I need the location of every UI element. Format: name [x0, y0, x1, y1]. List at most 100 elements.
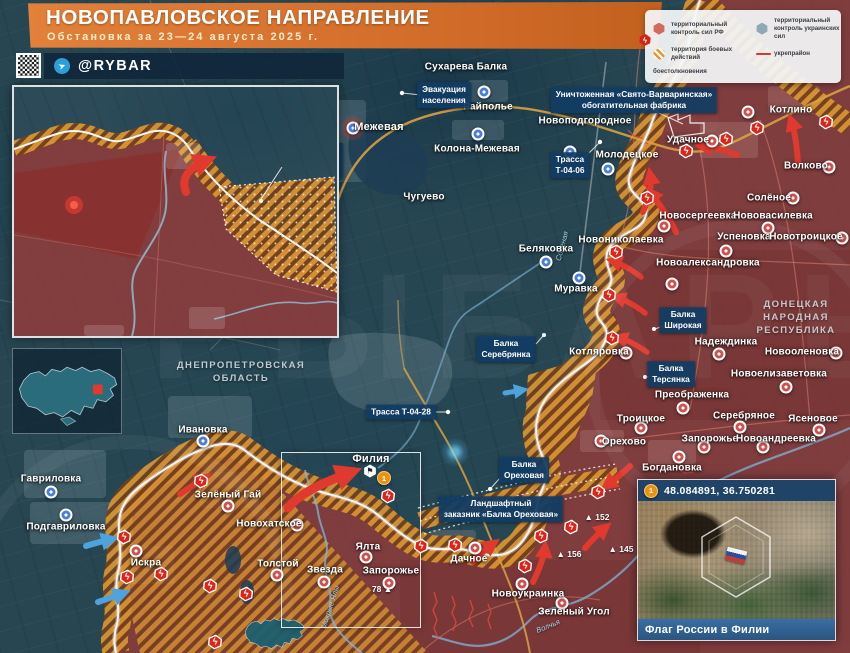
town-marker — [666, 278, 679, 291]
town-marker — [720, 245, 733, 258]
callout-box: БалкаОреховая — [499, 457, 549, 483]
callout-line: Т-04-06 — [555, 165, 584, 176]
town-label: Ивановка — [178, 425, 227, 436]
town-marker — [742, 106, 755, 119]
lightning-bolt-glyph: ϟ — [640, 191, 653, 204]
photo-caption: Флаг России в Филии — [638, 619, 835, 640]
lightning-bolt-glyph: ϟ — [609, 245, 622, 258]
callout-line: обогатительная фабрика — [556, 100, 712, 111]
town-label: Новоалександровка — [656, 258, 760, 269]
town-label: Беляковка — [519, 244, 573, 255]
water-glint — [440, 437, 470, 467]
town-label: Звезда — [307, 565, 343, 576]
town-label: Новоандреевка — [736, 434, 816, 445]
town-label: Новохатское — [236, 519, 301, 530]
town-marker — [478, 86, 491, 99]
town-label: Филия — [352, 453, 389, 465]
channel-strip: ➤ @RYBAR — [44, 53, 344, 79]
lightning-bolt-glyph: ϟ — [120, 570, 133, 583]
region-line: НАРОДНАЯ — [756, 312, 835, 325]
height-marker: 78 ▲ — [372, 584, 392, 594]
region-label: ДОНЕЦКАЯНАРОДНАЯРЕСПУБЛИКА — [756, 299, 835, 337]
photo-ref-badge: 1 — [377, 471, 391, 485]
callout-line: населения — [422, 95, 466, 106]
town-label: Волково — [784, 161, 828, 172]
drone-photo — [638, 501, 835, 619]
town-label: Успеновка — [717, 232, 770, 243]
town-label: Молодецкое — [596, 150, 659, 161]
town-marker — [472, 128, 485, 141]
town-label: Дачное — [450, 554, 487, 565]
callout-box: БалкаШирокая — [659, 307, 706, 333]
lightning-bolt-glyph: ϟ — [208, 635, 221, 648]
town-marker — [271, 569, 284, 582]
lightning-bolt-glyph: ϟ — [719, 132, 732, 145]
callout-box: Эвакуациянаселения — [417, 82, 471, 108]
town-label: Новоподгородное — [538, 116, 631, 127]
legend-label: территориальный контроль сил РФ — [671, 21, 751, 37]
callout-box: ТрассаТ-04-06 — [550, 152, 589, 178]
region-label: ДНЕПРОПЕТРОВСКАЯОБЛАСТЬ — [177, 360, 305, 386]
town-label: Зеленый Угол — [538, 607, 610, 618]
town-label: Богдановка — [642, 463, 702, 474]
russian-flag-icon — [725, 547, 748, 564]
town-marker — [45, 486, 58, 499]
town-label: Котлино — [770, 105, 813, 116]
callout-line: Трасса — [555, 154, 584, 165]
lightning-bolt-glyph: ϟ — [117, 530, 130, 543]
town-label: Серебряное — [713, 411, 775, 422]
town-label: Зелёный Гай — [195, 490, 262, 501]
callout-line: Трасса Т-04-28 — [371, 407, 431, 418]
callout-line: Терсянка — [652, 374, 690, 385]
title-banner: НОВОПАВЛОВСКОЕ НАПРАВЛЕНИЕ Обстановка за… — [28, 2, 662, 49]
lightning-bolt-glyph: ϟ — [194, 474, 207, 487]
callout-line: Ландшафтный — [444, 498, 558, 509]
lightning-bolt-glyph: ϟ — [679, 144, 692, 157]
qr-code — [16, 53, 41, 78]
hex-combat-icon — [653, 48, 665, 60]
lightning-bolt-glyph: ϟ — [518, 559, 531, 572]
callout-line: Балка — [482, 338, 531, 349]
lightning-bolt-glyph: ϟ — [750, 121, 763, 134]
town-marker — [734, 421, 747, 434]
qr-pattern — [18, 55, 39, 76]
lightning-bolt-glyph: ϟ — [381, 489, 394, 502]
callout-box: БалкаТерсянка — [647, 361, 695, 387]
town-marker — [780, 381, 793, 394]
town-marker — [713, 348, 726, 361]
lightning-bolt-glyph: ϟ — [534, 529, 547, 542]
town-label: Надеждинка — [695, 337, 758, 348]
town-label: Орехово — [602, 437, 646, 448]
map-legend: территориальный контроль сил РФ территори… — [645, 10, 841, 83]
town-label: Новоукраинка — [492, 589, 565, 600]
callout-line: Эвакуация — [422, 84, 466, 95]
callout-line: Широкая — [664, 320, 701, 331]
height-marker: ▲ 156 — [557, 549, 582, 559]
town-marker — [130, 545, 143, 558]
callout-line: Ореховая — [504, 470, 544, 481]
page-subtitle: Обстановка за 23—24 августа 2025 г. — [28, 30, 662, 43]
town-label: Новониколаевка — [578, 235, 663, 246]
legend-label: территориальный контроль украинских сил — [774, 17, 844, 40]
lightning-bolt-glyph: ϟ — [591, 485, 604, 498]
photo-coordinates: 48.084891, 36.750281 — [664, 485, 775, 497]
lightning-bolt-glyph: ϟ — [602, 288, 615, 301]
situation-map: РЫБАРЬ — [0, 0, 850, 653]
channel-name: @RYBAR — [78, 58, 152, 74]
town-label: Ялта — [356, 542, 381, 553]
callout-line: заказник «Балка Ореховая» — [444, 509, 558, 520]
inset-canvas — [14, 87, 337, 336]
region-line: ДОНЕЦКАЯ — [756, 299, 835, 312]
telegram-icon: ➤ — [52, 56, 73, 77]
town-label: Нововасилевка — [733, 211, 813, 222]
inset-source-rectangle — [281, 452, 421, 628]
legend-label: боестолкновения — [653, 68, 666, 76]
town-marker — [602, 163, 615, 176]
town-label: Подгавриловка — [26, 522, 105, 533]
town-label: Запорожье — [363, 566, 420, 577]
ukraine-locator-map — [12, 348, 122, 434]
locator-region-marker — [93, 385, 103, 395]
region-line: ДНЕПРОПЕТРОВСКАЯ — [177, 360, 305, 373]
fortified-line-icon — [756, 53, 771, 56]
town-marker — [540, 256, 553, 269]
